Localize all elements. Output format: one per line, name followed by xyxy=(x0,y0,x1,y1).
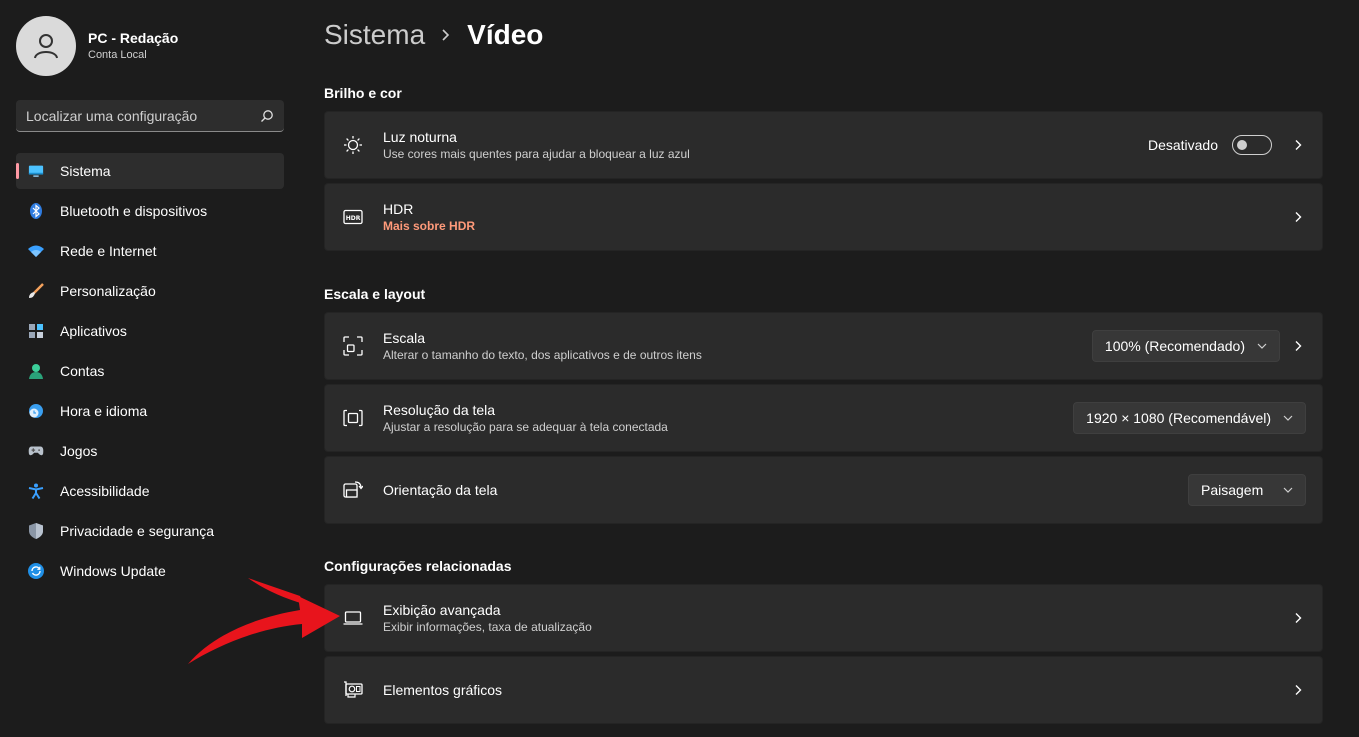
laptop-icon xyxy=(343,608,363,628)
orientation-title: Orientação da tela xyxy=(383,482,498,498)
chevron-down-icon xyxy=(1283,415,1293,421)
sidebar-item-label: Bluetooth e dispositivos xyxy=(60,203,208,219)
orientation-dropdown-value: Paisagem xyxy=(1201,482,1264,498)
toggle-knob xyxy=(1237,140,1247,150)
orientation-icon xyxy=(343,480,363,500)
sidebar-item-privacidade[interactable]: Privacidade e segurança xyxy=(16,513,284,549)
search-box[interactable] xyxy=(16,100,284,132)
advanced-display-card[interactable]: Exibição avançada Exibir informações, ta… xyxy=(324,584,1323,652)
update-icon xyxy=(28,563,44,579)
night-light-title: Luz noturna xyxy=(383,129,457,145)
resolution-icon xyxy=(343,408,363,428)
scale-icon xyxy=(343,336,363,356)
sidebar-item-hora[interactable]: Hora e idioma xyxy=(16,393,284,429)
chevron-right-icon[interactable] xyxy=(1290,340,1306,352)
night-light-subtitle: Use cores mais quentes para ajudar a blo… xyxy=(383,147,690,161)
hdr-title: HDR xyxy=(383,201,414,217)
chevron-right-icon[interactable] xyxy=(1290,684,1306,696)
graphics-card[interactable]: Elementos gráficos xyxy=(324,656,1323,724)
advanced-display-subtitle: Exibir informações, taxa de atualização xyxy=(383,620,592,634)
night-light-icon xyxy=(343,135,363,155)
sidebar-item-label: Contas xyxy=(60,363,105,379)
scale-subtitle: Alterar o tamanho do texto, dos aplicati… xyxy=(383,348,702,362)
resolution-dropdown-value: 1920 × 1080 (Recomendável) xyxy=(1086,410,1271,426)
accessibility-icon xyxy=(28,483,44,499)
chevron-right-icon xyxy=(441,28,451,42)
sidebar-item-label: Acessibilidade xyxy=(60,483,150,499)
gamepad-icon xyxy=(28,443,44,459)
graphics-title: Elementos gráficos xyxy=(383,682,503,698)
sidebar-item-jogos[interactable]: Jogos xyxy=(16,433,284,469)
sidebar-item-label: Rede e Internet xyxy=(60,243,157,259)
brush-icon xyxy=(28,283,44,299)
orientation-card[interactable]: Orientação da tela Paisagem xyxy=(324,456,1323,524)
chevron-right-icon[interactable] xyxy=(1290,211,1306,223)
clock-globe-icon xyxy=(28,403,44,419)
sidebar-item-bluetooth[interactable]: Bluetooth e dispositivos xyxy=(16,193,284,229)
breadcrumb-parent[interactable]: Sistema xyxy=(324,19,425,51)
person-icon xyxy=(28,363,44,379)
sidebar-item-rede[interactable]: Rede e Internet xyxy=(16,233,284,269)
sidebar-item-personalizacao[interactable]: Personalização xyxy=(16,273,284,309)
sidebar-nav: Sistema Bluetooth e dispositivos Rede e … xyxy=(16,153,284,593)
sidebar-item-sistema[interactable]: Sistema xyxy=(16,153,284,189)
sidebar-item-contas[interactable]: Contas xyxy=(16,353,284,389)
scale-dropdown[interactable]: 100% (Recomendado) xyxy=(1091,330,1280,362)
sidebar-item-aplicativos[interactable]: Aplicativos xyxy=(16,313,284,349)
hdr-learn-more-link[interactable]: Mais sobre HDR xyxy=(383,218,1290,234)
orientation-dropdown[interactable]: Paisagem xyxy=(1188,474,1306,506)
section-title-related: Configurações relacionadas xyxy=(324,558,512,574)
breadcrumb: Sistema Vídeo xyxy=(324,16,543,54)
person-icon xyxy=(34,34,58,59)
chevron-right-icon[interactable] xyxy=(1290,612,1306,624)
graphics-card-icon xyxy=(343,680,363,700)
profile[interactable]: PC - Redação Conta Local xyxy=(16,16,178,76)
advanced-display-title: Exibição avançada xyxy=(383,602,501,618)
monitor-icon xyxy=(28,163,44,179)
scale-card[interactable]: Escala Alterar o tamanho do texto, dos a… xyxy=(324,312,1323,380)
sidebar-item-label: Jogos xyxy=(60,443,98,459)
night-light-status: Desativado xyxy=(1147,137,1218,153)
sidebar-item-label: Personalização xyxy=(60,283,156,299)
page-title: Vídeo xyxy=(467,19,544,50)
sidebar-item-label: Privacidade e segurança xyxy=(60,523,215,539)
chevron-right-icon[interactable] xyxy=(1290,139,1306,151)
search-icon[interactable] xyxy=(260,109,274,123)
apps-icon xyxy=(28,323,44,339)
scale-title: Escala xyxy=(383,330,426,346)
night-light-toggle[interactable] xyxy=(1232,135,1272,155)
hdr-card[interactable]: HDR HDR Mais sobre HDR xyxy=(324,183,1323,251)
hdr-icon: HDR xyxy=(343,207,363,227)
red-arrow-annotation-icon xyxy=(188,578,340,664)
profile-account-type: Conta Local xyxy=(88,49,147,61)
chevron-down-icon xyxy=(1257,343,1267,349)
sidebar-item-acessibilidade[interactable]: Acessibilidade xyxy=(16,473,284,509)
avatar[interactable] xyxy=(16,16,76,76)
sidebar-item-label: Aplicativos xyxy=(60,323,127,339)
sidebar-item-label: Hora e idioma xyxy=(60,403,148,419)
wifi-icon xyxy=(28,243,44,259)
resolution-dropdown[interactable]: 1920 × 1080 (Recomendável) xyxy=(1073,402,1306,434)
sidebar-item-label: Windows Update xyxy=(60,563,166,579)
resolution-title: Resolução da tela xyxy=(383,402,496,418)
profile-name: PC - Redação xyxy=(88,30,179,46)
resolution-subtitle: Ajustar a resolução para se adequar à te… xyxy=(383,420,668,434)
scale-dropdown-value: 100% (Recomendado) xyxy=(1104,338,1245,354)
section-title-scale-layout: Escala e layout xyxy=(324,286,426,302)
sidebar-item-label: Sistema xyxy=(60,163,111,179)
night-light-card[interactable]: Luz noturna Use cores mais quentes para … xyxy=(324,111,1323,179)
bluetooth-icon xyxy=(28,203,44,219)
chevron-down-icon xyxy=(1283,487,1293,493)
resolution-card[interactable]: Resolução da tela Ajustar a resolução pa… xyxy=(324,384,1323,452)
shield-icon xyxy=(28,523,44,539)
svg-text:HDR: HDR xyxy=(346,215,361,222)
section-title-brightness: Brilho e cor xyxy=(324,85,402,101)
search-input[interactable] xyxy=(26,107,260,124)
